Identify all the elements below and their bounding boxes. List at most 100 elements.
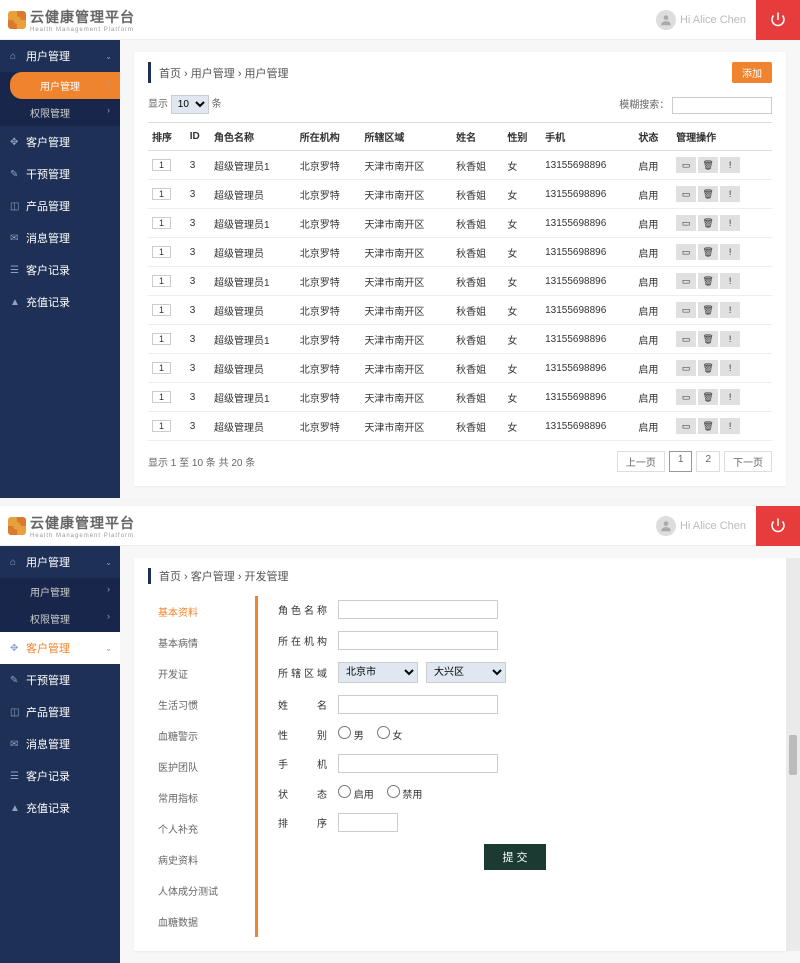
edit-button[interactable]: ▭ bbox=[676, 331, 696, 347]
input-org[interactable] bbox=[338, 631, 498, 650]
cell-name: 秋香姐 bbox=[452, 209, 503, 238]
power-button[interactable] bbox=[756, 506, 800, 546]
sort-input[interactable]: 1 bbox=[152, 304, 171, 316]
user-info[interactable]: Hi Alice Chen bbox=[656, 10, 746, 30]
sort-input[interactable]: 1 bbox=[152, 159, 171, 171]
page-size-select[interactable]: 10 bbox=[171, 95, 209, 114]
edit-button[interactable]: ▭ bbox=[676, 418, 696, 434]
sort-input[interactable]: 1 bbox=[152, 420, 171, 432]
form-tab-0[interactable]: 基本资料 bbox=[148, 596, 255, 627]
delete-button[interactable]: 🗑 bbox=[698, 273, 718, 289]
submenu-item-1[interactable]: 权限管理› bbox=[0, 99, 120, 126]
menu-label: 客户管理 bbox=[26, 640, 70, 656]
warn-button[interactable]: ! bbox=[720, 360, 740, 376]
select-city[interactable]: 北京市 bbox=[338, 662, 418, 683]
form-tab-5[interactable]: 医护团队 bbox=[148, 751, 255, 782]
label-sort: 排 序 bbox=[278, 815, 338, 830]
warn-button[interactable]: ! bbox=[720, 331, 740, 347]
sidebar-item-3[interactable]: ◫产品管理 bbox=[0, 190, 120, 222]
delete-button[interactable]: 🗑 bbox=[698, 186, 718, 202]
sidebar-item-4[interactable]: ✉消息管理 bbox=[0, 222, 120, 254]
sidebar-item-0[interactable]: ⌂用户管理⌄ bbox=[0, 40, 120, 72]
input-sort[interactable] bbox=[338, 813, 398, 832]
sidebar-item-0[interactable]: ⌂用户管理⌄ bbox=[0, 546, 120, 578]
delete-button[interactable]: 🗑 bbox=[698, 360, 718, 376]
sidebar-item-2[interactable]: ✎干预管理 bbox=[0, 158, 120, 190]
sidebar-item-6[interactable]: ▲充值记录 bbox=[0, 792, 120, 824]
user-info[interactable]: Hi Alice Chen bbox=[656, 516, 746, 536]
cell-area: 天津市南开区 bbox=[360, 267, 452, 296]
warn-button[interactable]: ! bbox=[720, 302, 740, 318]
submenu-item-1[interactable]: 权限管理› bbox=[0, 605, 120, 632]
delete-button[interactable]: 🗑 bbox=[698, 418, 718, 434]
warn-button[interactable]: ! bbox=[720, 244, 740, 260]
form-tab-6[interactable]: 常用指标 bbox=[148, 782, 255, 813]
sidebar-item-2[interactable]: ✎干预管理 bbox=[0, 664, 120, 696]
add-button[interactable]: 添加 bbox=[732, 62, 772, 83]
page-1[interactable]: 1 bbox=[669, 451, 693, 472]
edit-button[interactable]: ▭ bbox=[676, 360, 696, 376]
sidebar-item-4[interactable]: ✉消息管理 bbox=[0, 728, 120, 760]
delete-button[interactable]: 🗑 bbox=[698, 157, 718, 173]
warn-button[interactable]: ! bbox=[720, 157, 740, 173]
radio-disable[interactable]: 禁用 bbox=[387, 790, 423, 801]
submenu-item-0[interactable]: 用户管理› bbox=[0, 578, 120, 605]
sidebar-item-6[interactable]: ▲充值记录 bbox=[0, 286, 120, 318]
scroll-thumb[interactable] bbox=[789, 735, 797, 775]
edit-button[interactable]: ▭ bbox=[676, 273, 696, 289]
delete-button[interactable]: 🗑 bbox=[698, 215, 718, 231]
sort-input[interactable]: 1 bbox=[152, 217, 171, 229]
sort-input[interactable]: 1 bbox=[152, 333, 171, 345]
radio-female[interactable]: 女 bbox=[377, 731, 403, 742]
submit-button[interactable]: 提 交 bbox=[484, 844, 545, 870]
radio-male[interactable]: 男 bbox=[338, 731, 364, 742]
sort-input[interactable]: 1 bbox=[152, 246, 171, 258]
scrollbar[interactable] bbox=[786, 558, 800, 951]
sidebar-item-5[interactable]: ☰客户记录 bbox=[0, 760, 120, 792]
edit-button[interactable]: ▭ bbox=[676, 244, 696, 260]
form-tab-9[interactable]: 人体成分测试 bbox=[148, 875, 255, 906]
warn-button[interactable]: ! bbox=[720, 389, 740, 405]
edit-button[interactable]: ▭ bbox=[676, 302, 696, 318]
input-phone[interactable] bbox=[338, 754, 498, 773]
form-tab-3[interactable]: 生活习惯 bbox=[148, 689, 255, 720]
warn-button[interactable]: ! bbox=[720, 186, 740, 202]
sidebar-item-1[interactable]: ✥客户管理 bbox=[0, 126, 120, 158]
sidebar-item-1[interactable]: ✥客户管理⌄ bbox=[0, 632, 120, 664]
sort-input[interactable]: 1 bbox=[152, 188, 171, 200]
form-tab-7[interactable]: 个人补充 bbox=[148, 813, 255, 844]
edit-button[interactable]: ▭ bbox=[676, 157, 696, 173]
edit-button[interactable]: ▭ bbox=[676, 215, 696, 231]
delete-button[interactable]: 🗑 bbox=[698, 302, 718, 318]
sidebar-item-5[interactable]: ☰客户记录 bbox=[0, 254, 120, 286]
form-tab-10[interactable]: 血糖数据 bbox=[148, 906, 255, 937]
form-tab-8[interactable]: 病史资料 bbox=[148, 844, 255, 875]
sort-input[interactable]: 1 bbox=[152, 362, 171, 374]
edit-button[interactable]: ▭ bbox=[676, 389, 696, 405]
page-2[interactable]: 2 bbox=[696, 451, 720, 472]
submenu-item-0[interactable]: 用户管理› bbox=[10, 72, 120, 99]
select-district[interactable]: 大兴区 bbox=[426, 662, 506, 683]
input-role[interactable] bbox=[338, 600, 498, 619]
form-tab-4[interactable]: 血糖警示 bbox=[148, 720, 255, 751]
next-page[interactable]: 下一页 bbox=[724, 451, 772, 472]
sort-input[interactable]: 1 bbox=[152, 275, 171, 287]
delete-button[interactable]: 🗑 bbox=[698, 331, 718, 347]
form-tab-2[interactable]: 开发证 bbox=[148, 658, 255, 689]
form-tab-1[interactable]: 基本病情 bbox=[148, 627, 255, 658]
sidebar-item-3[interactable]: ◫产品管理 bbox=[0, 696, 120, 728]
warn-button[interactable]: ! bbox=[720, 273, 740, 289]
power-button[interactable] bbox=[756, 0, 800, 40]
edit-button[interactable]: ▭ bbox=[676, 186, 696, 202]
warn-button[interactable]: ! bbox=[720, 215, 740, 231]
delete-button[interactable]: 🗑 bbox=[698, 389, 718, 405]
warn-button[interactable]: ! bbox=[720, 418, 740, 434]
cell-area: 天津市南开区 bbox=[360, 238, 452, 267]
label-org: 所在机构 bbox=[278, 633, 338, 648]
sort-input[interactable]: 1 bbox=[152, 391, 171, 403]
prev-page[interactable]: 上一页 bbox=[617, 451, 665, 472]
delete-button[interactable]: 🗑 bbox=[698, 244, 718, 260]
input-name[interactable] bbox=[338, 695, 498, 714]
search-input[interactable] bbox=[672, 97, 772, 114]
radio-enable[interactable]: 启用 bbox=[338, 790, 374, 801]
